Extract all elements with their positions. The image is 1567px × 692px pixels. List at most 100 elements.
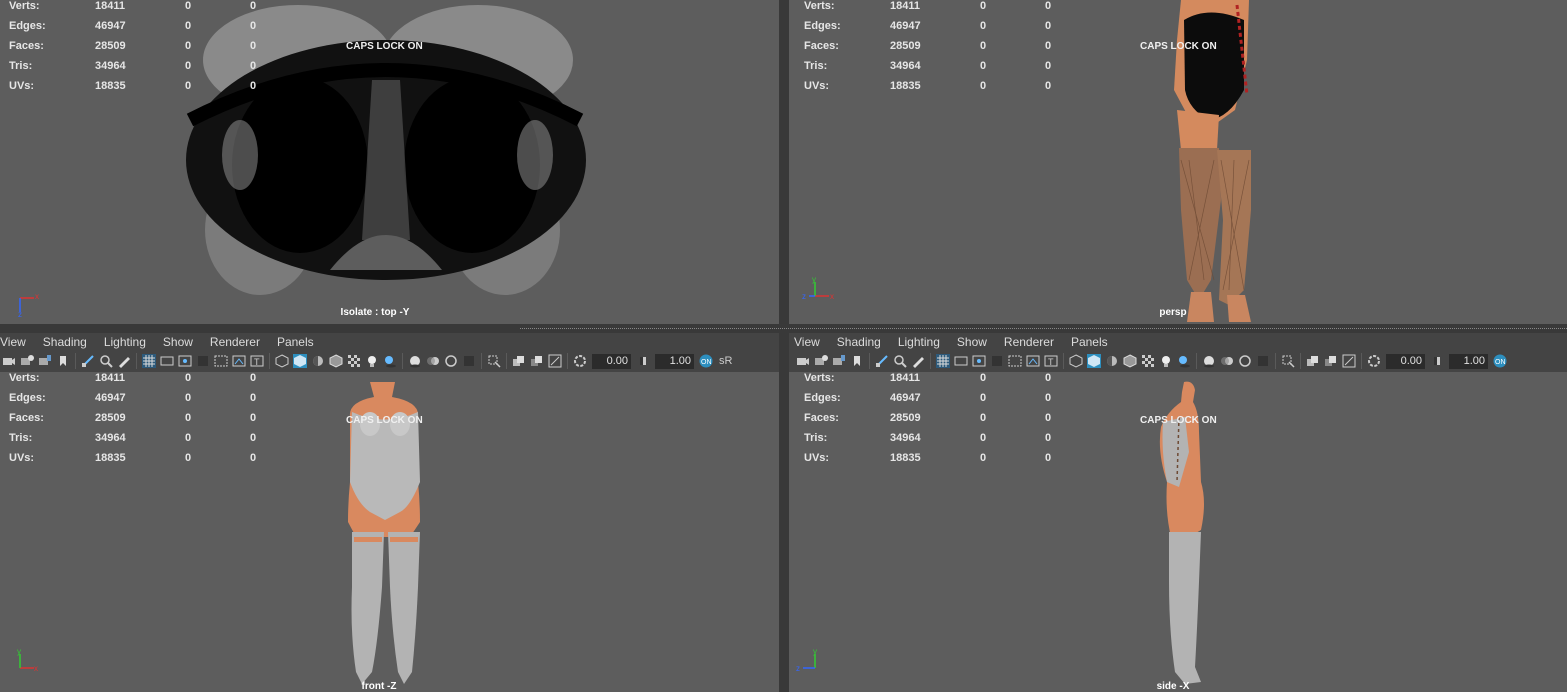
- exposure-field[interactable]: 0.00: [1386, 353, 1425, 369]
- safe-action-icon[interactable]: [232, 354, 246, 368]
- wireframe-icon[interactable]: [1069, 354, 1083, 368]
- menu-lighting[interactable]: Lighting: [104, 335, 154, 349]
- ambient-occlusion-icon[interactable]: [1202, 354, 1216, 368]
- hud-row-faces: Faces: 28509 0 0: [804, 412, 1052, 424]
- xray-joints-icon[interactable]: [1342, 354, 1356, 368]
- camera-attributes-icon[interactable]: [814, 354, 828, 368]
- grid-icon[interactable]: [936, 354, 950, 368]
- xray-active-components-icon[interactable]: [1324, 354, 1338, 368]
- field-chart-icon[interactable]: [214, 354, 228, 368]
- svg-text:ON: ON: [701, 359, 712, 366]
- xray-joints-icon[interactable]: [548, 354, 562, 368]
- grease-pencil-icon[interactable]: [911, 354, 925, 368]
- menu-panels[interactable]: Panels: [277, 335, 322, 349]
- hud-row-tris: Tris: 34964 0 0: [804, 432, 1052, 444]
- menu-renderer[interactable]: Renderer: [210, 335, 268, 349]
- gate-mask-icon[interactable]: [990, 354, 1004, 368]
- menu-renderer[interactable]: Renderer: [1004, 335, 1062, 349]
- bookmark-icon[interactable]: [56, 354, 70, 368]
- menu-shading[interactable]: Shading: [43, 335, 95, 349]
- wireframe-on-shaded-icon[interactable]: [1123, 354, 1137, 368]
- textured-icon[interactable]: [347, 354, 361, 368]
- exposure-icon[interactable]: [573, 354, 587, 368]
- camera-attributes-icon[interactable]: [20, 354, 34, 368]
- axis-z-label: z: [796, 664, 800, 673]
- depth-of-field-icon[interactable]: [462, 354, 476, 368]
- color-management-toggle-icon[interactable]: ON: [1493, 354, 1507, 368]
- smooth-shade-icon[interactable]: [293, 354, 307, 368]
- toolbar-separator: [481, 353, 482, 369]
- lights-icon[interactable]: [1159, 354, 1173, 368]
- gamma-icon[interactable]: [636, 354, 650, 368]
- smooth-shade-icon[interactable]: [1087, 354, 1101, 368]
- shadows-icon[interactable]: [1177, 354, 1191, 368]
- camera-select-icon[interactable]: [796, 354, 810, 368]
- hud-row-edges: Edges: 46947 0 0: [804, 392, 1052, 404]
- xray-icon[interactable]: [512, 354, 526, 368]
- image-plane-icon[interactable]: [81, 354, 95, 368]
- anti-aliasing-icon[interactable]: [444, 354, 458, 368]
- camera-select-icon[interactable]: [2, 354, 16, 368]
- toolbar-separator: [269, 353, 270, 369]
- bookmarks-icon[interactable]: [38, 354, 52, 368]
- safe-title-icon[interactable]: T: [250, 354, 264, 368]
- menu-view[interactable]: View: [0, 335, 34, 349]
- anti-aliasing-icon[interactable]: [1238, 354, 1252, 368]
- menu-show[interactable]: Show: [163, 335, 201, 349]
- toolbar-separator: [75, 353, 76, 369]
- xray-icon[interactable]: [1306, 354, 1320, 368]
- exposure-field[interactable]: 0.00: [592, 353, 631, 369]
- 2d-pan-zoom-icon[interactable]: [99, 354, 113, 368]
- pane-divider-vertical[interactable]: [779, 0, 789, 692]
- gamma-icon[interactable]: [1430, 354, 1444, 368]
- gamma-field[interactable]: 1.00: [655, 353, 694, 369]
- motion-blur-icon[interactable]: [1220, 354, 1234, 368]
- viewport-front[interactable]: Verts: 18411 0 0 Edges: 46947 0 0 Faces: 28509 0…: [0, 372, 779, 692]
- default-material-icon[interactable]: [1105, 354, 1119, 368]
- shadows-icon[interactable]: [383, 354, 397, 368]
- grease-pencil-icon[interactable]: [117, 354, 131, 368]
- isolate-select-icon[interactable]: [1281, 354, 1295, 368]
- exposure-icon[interactable]: [1367, 354, 1381, 368]
- axis-x-label: x: [35, 292, 39, 301]
- menu-panels[interactable]: Panels: [1071, 335, 1116, 349]
- bookmark-icon[interactable]: [850, 354, 864, 368]
- safe-action-icon[interactable]: [1026, 354, 1040, 368]
- toolbar-separator: [567, 353, 568, 369]
- ambient-occlusion-icon[interactable]: [408, 354, 422, 368]
- wireframe-icon[interactable]: [275, 354, 289, 368]
- default-material-icon[interactable]: [311, 354, 325, 368]
- lights-icon[interactable]: [365, 354, 379, 368]
- depth-of-field-icon[interactable]: [1256, 354, 1270, 368]
- menu-shading[interactable]: Shading: [837, 335, 889, 349]
- xray-active-components-icon[interactable]: [530, 354, 544, 368]
- viewport-side[interactable]: Verts: 18411 0 0 Edges: 46947 0 0 Faces: 28509 0…: [789, 372, 1567, 692]
- motion-blur-icon[interactable]: [426, 354, 440, 368]
- poly-count-hud: Verts: 18411 0 0 Edges: 46947 0 0 Faces: 28509 0…: [804, 372, 1064, 472]
- grid-icon[interactable]: [142, 354, 156, 368]
- 2d-pan-zoom-icon[interactable]: [893, 354, 907, 368]
- viewport-persp[interactable]: Verts: 18411 0 0 Edges: 46947 0 0 Faces: 28509 0…: [789, 0, 1567, 324]
- resolution-gate-icon[interactable]: [972, 354, 986, 368]
- image-plane-icon[interactable]: [875, 354, 889, 368]
- isolate-select-icon[interactable]: [487, 354, 501, 368]
- textured-icon[interactable]: [1141, 354, 1155, 368]
- color-management-toggle-icon[interactable]: ON: [699, 354, 713, 368]
- menu-view[interactable]: View: [794, 335, 828, 349]
- hud-row-verts: Verts: 18411 0 0: [9, 372, 257, 384]
- gate-mask-icon[interactable]: [196, 354, 210, 368]
- menu-show[interactable]: Show: [957, 335, 995, 349]
- resolution-gate-icon[interactable]: [178, 354, 192, 368]
- bookmarks-icon[interactable]: [832, 354, 846, 368]
- hud-row-uvs: UVs: 18835 0 0: [804, 452, 1052, 464]
- menu-lighting[interactable]: Lighting: [898, 335, 948, 349]
- film-gate-icon[interactable]: [160, 354, 174, 368]
- wireframe-on-shaded-icon[interactable]: [329, 354, 343, 368]
- safe-title-icon[interactable]: T: [1044, 354, 1058, 368]
- toolbar-separator: [869, 353, 870, 369]
- film-gate-icon[interactable]: [954, 354, 968, 368]
- colorspace-label[interactable]: sR: [719, 355, 732, 367]
- field-chart-icon[interactable]: [1008, 354, 1022, 368]
- gamma-field[interactable]: 1.00: [1449, 353, 1488, 369]
- viewport-top[interactable]: Verts: 18411 0 0 Edges: 46947 0 0 Faces: 28509 0…: [0, 0, 779, 324]
